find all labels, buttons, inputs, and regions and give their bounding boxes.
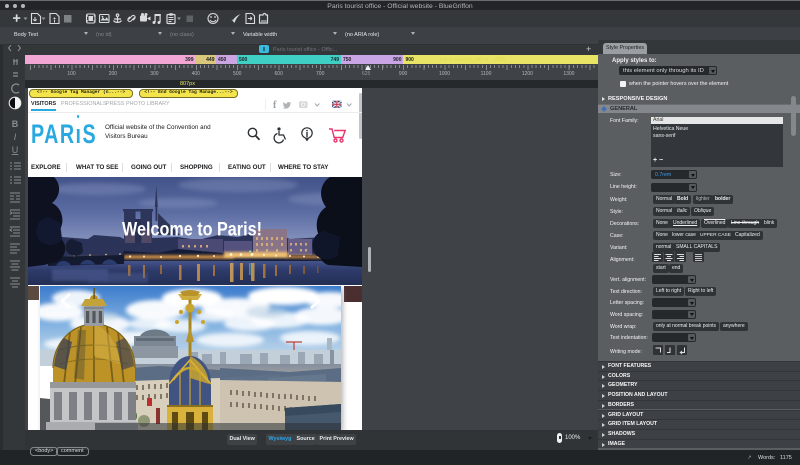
svg-text:U: U bbox=[12, 145, 19, 155]
svg-text:I: I bbox=[14, 132, 17, 142]
svg-text:Welcome to Paris!: Welcome to Paris! bbox=[122, 220, 262, 241]
svg-text:f: f bbox=[273, 100, 277, 111]
svg-text:B: B bbox=[12, 119, 19, 129]
